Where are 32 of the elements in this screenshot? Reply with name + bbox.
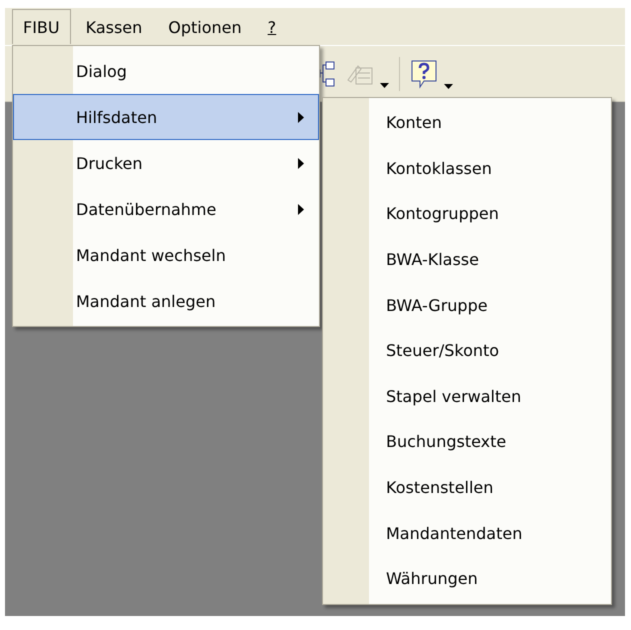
- submenu-item[interactable]: Mandantendaten: [323, 510, 611, 556]
- help-icon[interactable]: [410, 58, 438, 88]
- submenu-item[interactable]: Kontoklassen: [323, 146, 611, 192]
- menu-item[interactable]: Datenübernahme: [13, 186, 319, 232]
- menu-item-label: Mandant wechseln: [76, 246, 226, 264]
- submenu-item[interactable]: Steuer/Skonto: [323, 328, 611, 374]
- menu-bar-item[interactable]: Kassen: [74, 9, 154, 44]
- menu-item[interactable]: Hilfsdaten: [13, 94, 319, 140]
- menu-bar-item[interactable]: ?: [256, 9, 288, 44]
- menu-item-label: Drucken: [76, 154, 143, 172]
- submenu-item[interactable]: BWA-Klasse: [323, 236, 611, 282]
- submenu-item[interactable]: Währungen: [323, 556, 611, 602]
- menu-bar-item[interactable]: Optionen: [157, 9, 253, 44]
- menu-item[interactable]: Drucken: [13, 140, 319, 186]
- submenu-arrow-icon: [298, 112, 304, 122]
- submenu-item[interactable]: BWA-Gruppe: [323, 282, 611, 328]
- menu-item-label: Datenübernahme: [76, 200, 216, 218]
- submenu-arrow-icon: [298, 204, 304, 214]
- menu-item-label: Mandant anlegen: [76, 292, 216, 310]
- submenu-item[interactable]: Konten: [323, 100, 611, 146]
- menu-item[interactable]: Mandant anlegen: [13, 278, 319, 324]
- menu-item-label: Dialog: [76, 62, 127, 80]
- menu-item-label: Hilfsdaten: [76, 108, 158, 126]
- submenu-item[interactable]: Stapel verwalten: [323, 374, 611, 420]
- menu-item[interactable]: Mandant wechseln: [13, 232, 319, 278]
- menu-item[interactable]: Dialog: [13, 48, 319, 94]
- submenu-item[interactable]: Kontogruppen: [323, 191, 611, 237]
- submenu-item[interactable]: Kostenstellen: [323, 464, 611, 510]
- submenu-arrow-icon: [298, 158, 304, 168]
- menu-bar-item[interactable]: FIBU: [12, 9, 71, 44]
- submenu-item[interactable]: Buchungstexte: [323, 419, 611, 465]
- dropdown-caret-icon[interactable]: [444, 84, 453, 88]
